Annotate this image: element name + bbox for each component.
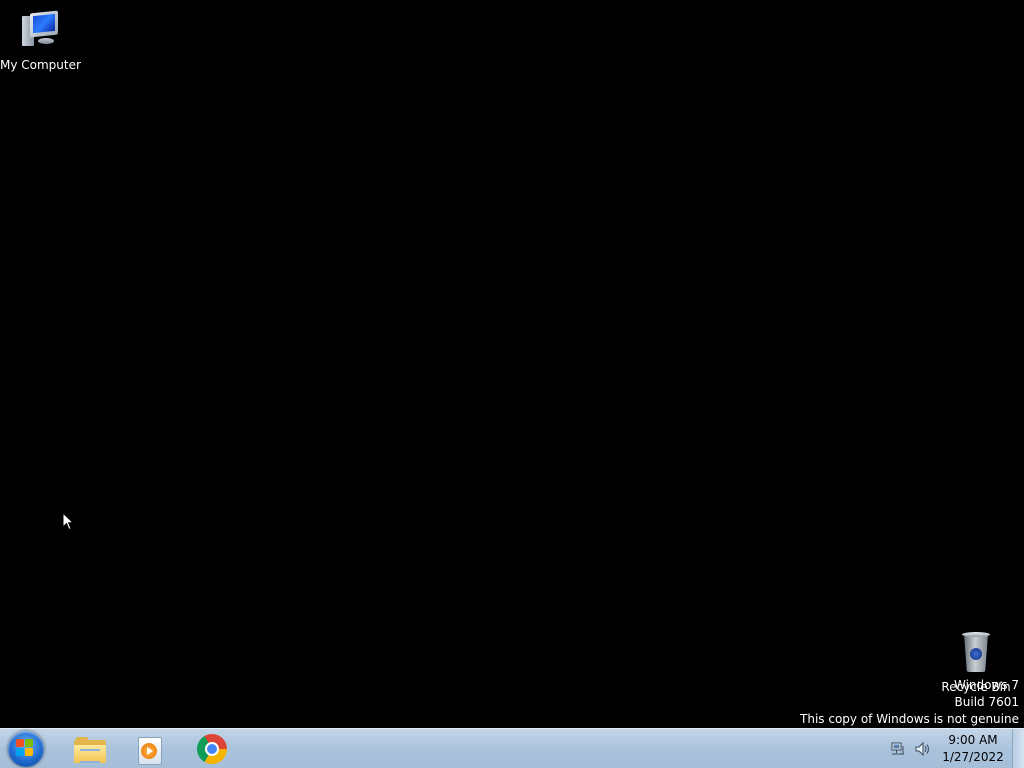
desktop-icon-label: My Computer [0, 58, 81, 72]
windows-flag-icon [16, 739, 34, 757]
watermark-build: Build 7601 [954, 695, 1019, 709]
taskbar-clock[interactable]: 9:00 AM 1/27/2022 [938, 732, 1008, 766]
mouse-cursor-icon [62, 512, 74, 531]
media-player-icon [138, 737, 162, 765]
clock-time: 9:00 AM [948, 733, 998, 747]
recycle-bin-icon [952, 630, 1000, 678]
clock-date: 1/27/2022 [942, 750, 1004, 764]
network-icon[interactable] [890, 741, 906, 757]
desktop[interactable]: My Computer Recycle Bin Windows 7 Build … [0, 0, 1024, 728]
volume-icon[interactable] [914, 741, 932, 757]
computer-icon [16, 8, 64, 56]
windows-watermark: Windows 7 Build 7601 This copy of Window… [800, 677, 1019, 728]
watermark-genuine-notice: This copy of Windows is not genuine [800, 712, 1019, 726]
taskbar-button-media-player[interactable] [122, 730, 178, 768]
start-button[interactable] [6, 730, 46, 768]
watermark-os-name: Windows 7 [953, 678, 1019, 692]
taskbar-button-explorer[interactable] [62, 730, 118, 768]
desktop-icon-my-computer[interactable]: My Computer [0, 8, 81, 72]
taskbar-button-chrome[interactable] [184, 730, 240, 768]
chrome-icon [197, 734, 227, 764]
folder-icon [74, 737, 106, 763]
show-desktop-button[interactable] [1012, 729, 1024, 768]
taskbar: 9:00 AM 1/27/2022 [0, 728, 1024, 768]
